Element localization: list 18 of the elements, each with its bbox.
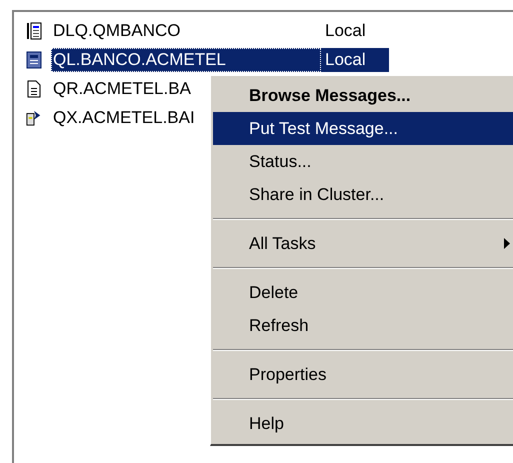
document-icon (26, 80, 42, 98)
queue-name[interactable]: QL.BANCO.ACMETEL (51, 48, 321, 72)
submenu-arrow-icon (504, 238, 510, 249)
queue-icon (26, 22, 42, 40)
menu-item[interactable]: Help (213, 407, 513, 440)
menu-item[interactable]: Share in Cluster... (213, 178, 513, 211)
queue-icon (26, 50, 42, 68)
menu-item[interactable]: Delete (213, 276, 513, 309)
menu-item[interactable]: Refresh (213, 309, 513, 342)
queue-location: Local (324, 20, 367, 42)
queue-arrow-icon (26, 108, 42, 126)
queue-name[interactable]: DLQ.QMBANCO (51, 18, 321, 42)
queue-location: Local (321, 48, 389, 72)
menu-item[interactable]: All Tasks (213, 227, 513, 260)
menu-item[interactable]: Browse Messages... (213, 79, 513, 112)
menu-item[interactable]: Status... (213, 145, 513, 178)
menu-item[interactable]: Properties (213, 358, 513, 391)
menu-item[interactable]: Put Test Message... (213, 112, 513, 145)
